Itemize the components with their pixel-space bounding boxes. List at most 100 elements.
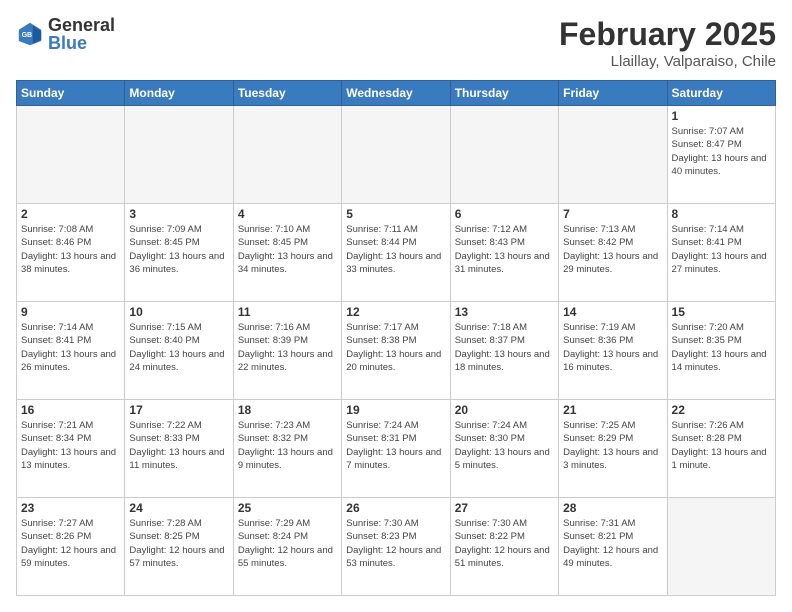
day-info: Sunrise: 7:29 AM Sunset: 8:24 PM Dayligh… xyxy=(238,517,337,570)
day-info: Sunrise: 7:24 AM Sunset: 8:30 PM Dayligh… xyxy=(455,419,554,472)
calendar-table: SundayMondayTuesdayWednesdayThursdayFrid… xyxy=(16,80,776,596)
day-cell: 19 Sunrise: 7:24 AM Sunset: 8:31 PM Dayli… xyxy=(342,400,450,498)
day-info: Sunrise: 7:07 AM Sunset: 8:47 PM Dayligh… xyxy=(672,125,771,178)
day-number: 16 xyxy=(21,403,120,417)
week-row-4: 23 Sunrise: 7:27 AM Sunset: 8:26 PM Dayli… xyxy=(17,498,776,596)
day-cell: 5 Sunrise: 7:11 AM Sunset: 8:44 PM Daylig… xyxy=(342,204,450,302)
day-info: Sunrise: 7:18 AM Sunset: 8:37 PM Dayligh… xyxy=(455,321,554,374)
title-block: February 2025 Llaillay, Valparaiso, Chil… xyxy=(559,16,776,70)
day-number: 23 xyxy=(21,501,120,515)
day-info: Sunrise: 7:21 AM Sunset: 8:34 PM Dayligh… xyxy=(21,419,120,472)
day-cell: 28 Sunrise: 7:31 AM Sunset: 8:21 PM Dayli… xyxy=(559,498,667,596)
day-number: 25 xyxy=(238,501,337,515)
day-number: 10 xyxy=(129,305,228,319)
day-cell: 4Sunrise: 7:10 AM Sunset: 8:45 PM Daylig… xyxy=(233,204,341,302)
day-info: Sunrise: 7:13 AM Sunset: 8:42 PM Dayligh… xyxy=(563,223,662,276)
day-info: Sunrise: 7:26 AM Sunset: 8:28 PM Dayligh… xyxy=(672,419,771,472)
day-cell: 14 Sunrise: 7:19 AM Sunset: 8:36 PM Dayli… xyxy=(559,302,667,400)
day-cell xyxy=(233,106,341,204)
day-cell: 12Sunrise: 7:17 AM Sunset: 8:38 PM Dayli… xyxy=(342,302,450,400)
day-cell: 21Sunrise: 7:25 AM Sunset: 8:29 PM Dayli… xyxy=(559,400,667,498)
page: GB General Blue February 2025 Llaillay, … xyxy=(0,0,792,612)
day-cell: 17 Sunrise: 7:22 AM Sunset: 8:33 PM Dayli… xyxy=(125,400,233,498)
day-info: Sunrise: 7:14 AM Sunset: 8:41 PM Dayligh… xyxy=(21,321,120,374)
day-cell: 2 Sunrise: 7:08 AM Sunset: 8:46 PM Daylig… xyxy=(17,204,125,302)
day-info: Sunrise: 7:22 AM Sunset: 8:33 PM Dayligh… xyxy=(129,419,228,472)
day-info: Sunrise: 7:15 AM Sunset: 8:40 PM Dayligh… xyxy=(129,321,228,374)
day-cell: 25 Sunrise: 7:29 AM Sunset: 8:24 PM Dayli… xyxy=(233,498,341,596)
logo-icon: GB xyxy=(16,20,44,48)
day-cell xyxy=(125,106,233,204)
day-info: Sunrise: 7:30 AM Sunset: 8:22 PM Dayligh… xyxy=(455,517,554,570)
day-info: Sunrise: 7:12 AM Sunset: 8:43 PM Dayligh… xyxy=(455,223,554,276)
day-info: Sunrise: 7:17 AM Sunset: 8:38 PM Dayligh… xyxy=(346,321,445,374)
day-info: Sunrise: 7:11 AM Sunset: 8:44 PM Dayligh… xyxy=(346,223,445,276)
day-cell: 1 Sunrise: 7:07 AM Sunset: 8:47 PM Daylig… xyxy=(667,106,775,204)
day-cell: 15Sunrise: 7:20 AM Sunset: 8:35 PM Dayli… xyxy=(667,302,775,400)
day-number: 19 xyxy=(346,403,445,417)
day-cell: 8 Sunrise: 7:14 AM Sunset: 8:41 PM Daylig… xyxy=(667,204,775,302)
day-number: 14 xyxy=(563,305,662,319)
day-cell: 7 Sunrise: 7:13 AM Sunset: 8:42 PM Daylig… xyxy=(559,204,667,302)
day-number: 4 xyxy=(238,207,337,221)
day-cell: 9 Sunrise: 7:14 AM Sunset: 8:41 PM Daylig… xyxy=(17,302,125,400)
day-cell: 18Sunrise: 7:23 AM Sunset: 8:32 PM Dayli… xyxy=(233,400,341,498)
svg-text:GB: GB xyxy=(22,32,32,39)
day-cell: 22Sunrise: 7:26 AM Sunset: 8:28 PM Dayli… xyxy=(667,400,775,498)
day-number: 13 xyxy=(455,305,554,319)
day-info: Sunrise: 7:19 AM Sunset: 8:36 PM Dayligh… xyxy=(563,321,662,374)
day-cell: 24 Sunrise: 7:28 AM Sunset: 8:25 PM Dayli… xyxy=(125,498,233,596)
weekday-header-row: SundayMondayTuesdayWednesdayThursdayFrid… xyxy=(17,81,776,106)
week-row-1: 2 Sunrise: 7:08 AM Sunset: 8:46 PM Daylig… xyxy=(17,204,776,302)
day-info: Sunrise: 7:31 AM Sunset: 8:21 PM Dayligh… xyxy=(563,517,662,570)
logo-blue: Blue xyxy=(48,34,115,52)
day-number: 9 xyxy=(21,305,120,319)
logo-text: General Blue xyxy=(48,16,115,52)
logo: GB General Blue xyxy=(16,16,115,52)
subtitle: Llaillay, Valparaiso, Chile xyxy=(559,53,776,70)
month-title: February 2025 xyxy=(559,16,776,53)
day-cell xyxy=(342,106,450,204)
day-number: 28 xyxy=(563,501,662,515)
day-number: 2 xyxy=(21,207,120,221)
day-cell: 20 Sunrise: 7:24 AM Sunset: 8:30 PM Dayli… xyxy=(450,400,558,498)
day-number: 7 xyxy=(563,207,662,221)
weekday-header-thursday: Thursday xyxy=(450,81,558,106)
day-cell: 13 Sunrise: 7:18 AM Sunset: 8:37 PM Dayli… xyxy=(450,302,558,400)
week-row-3: 16 Sunrise: 7:21 AM Sunset: 8:34 PM Dayli… xyxy=(17,400,776,498)
day-number: 5 xyxy=(346,207,445,221)
day-number: 18 xyxy=(238,403,337,417)
weekday-header-tuesday: Tuesday xyxy=(233,81,341,106)
day-number: 11 xyxy=(238,305,337,319)
week-row-0: 1 Sunrise: 7:07 AM Sunset: 8:47 PM Daylig… xyxy=(17,106,776,204)
day-info: Sunrise: 7:16 AM Sunset: 8:39 PM Dayligh… xyxy=(238,321,337,374)
day-info: Sunrise: 7:08 AM Sunset: 8:46 PM Dayligh… xyxy=(21,223,120,276)
weekday-header-saturday: Saturday xyxy=(667,81,775,106)
day-number: 17 xyxy=(129,403,228,417)
day-number: 6 xyxy=(455,207,554,221)
day-info: Sunrise: 7:14 AM Sunset: 8:41 PM Dayligh… xyxy=(672,223,771,276)
weekday-header-monday: Monday xyxy=(125,81,233,106)
day-cell xyxy=(17,106,125,204)
day-cell: 26Sunrise: 7:30 AM Sunset: 8:23 PM Dayli… xyxy=(342,498,450,596)
logo-general: General xyxy=(48,16,115,34)
day-cell: 16 Sunrise: 7:21 AM Sunset: 8:34 PM Dayli… xyxy=(17,400,125,498)
header: GB General Blue February 2025 Llaillay, … xyxy=(16,16,776,70)
day-cell xyxy=(667,498,775,596)
day-info: Sunrise: 7:28 AM Sunset: 8:25 PM Dayligh… xyxy=(129,517,228,570)
day-cell xyxy=(559,106,667,204)
day-number: 21 xyxy=(563,403,662,417)
day-info: Sunrise: 7:09 AM Sunset: 8:45 PM Dayligh… xyxy=(129,223,228,276)
day-number: 3 xyxy=(129,207,228,221)
day-info: Sunrise: 7:27 AM Sunset: 8:26 PM Dayligh… xyxy=(21,517,120,570)
day-number: 24 xyxy=(129,501,228,515)
day-number: 1 xyxy=(672,109,771,123)
day-number: 8 xyxy=(672,207,771,221)
day-info: Sunrise: 7:20 AM Sunset: 8:35 PM Dayligh… xyxy=(672,321,771,374)
day-cell: 10 Sunrise: 7:15 AM Sunset: 8:40 PM Dayli… xyxy=(125,302,233,400)
day-info: Sunrise: 7:24 AM Sunset: 8:31 PM Dayligh… xyxy=(346,419,445,472)
day-cell: 6 Sunrise: 7:12 AM Sunset: 8:43 PM Daylig… xyxy=(450,204,558,302)
day-number: 20 xyxy=(455,403,554,417)
day-cell: 27Sunrise: 7:30 AM Sunset: 8:22 PM Dayli… xyxy=(450,498,558,596)
day-info: Sunrise: 7:30 AM Sunset: 8:23 PM Dayligh… xyxy=(346,517,445,570)
